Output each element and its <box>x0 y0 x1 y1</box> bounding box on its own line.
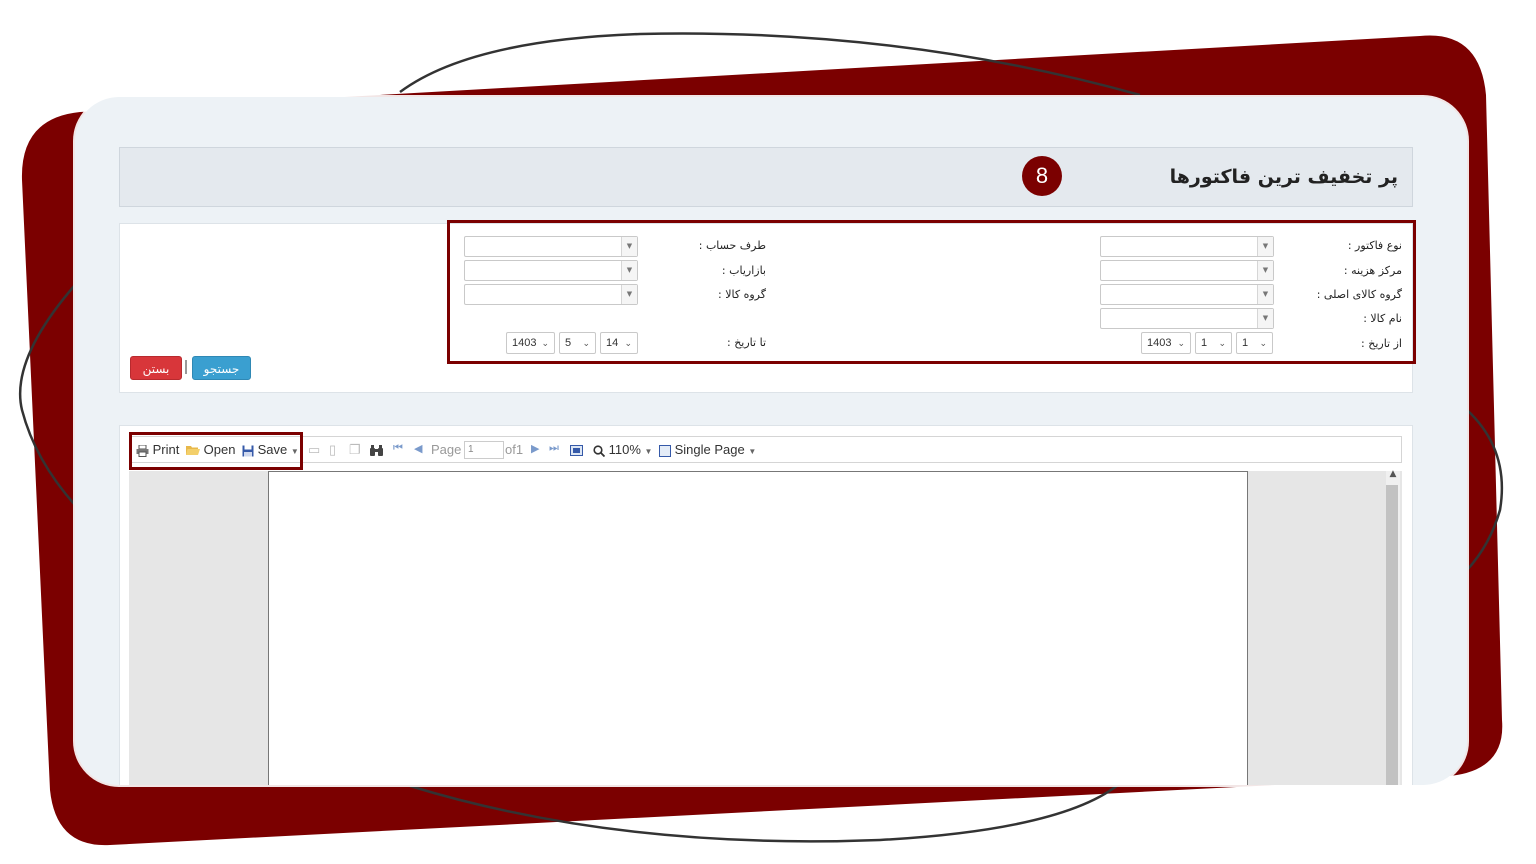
chevron-down-icon[interactable]: ▼ <box>1257 309 1273 328</box>
page-title: پر تخفیف ترین فاکتورها <box>1169 166 1398 188</box>
page-label: Page <box>431 442 462 457</box>
scrollbar-thumb[interactable] <box>1386 485 1398 785</box>
magnifier-icon <box>593 444 605 457</box>
main-goods-group-combo[interactable]: ▼ <box>1100 284 1274 305</box>
chevron-down-icon[interactable]: ▼ <box>621 285 637 304</box>
step-badge: 8 <box>1022 156 1062 196</box>
marketer-label: بازاریاب : <box>721 264 766 277</box>
document-icon[interactable]: ▭ <box>308 442 320 458</box>
to-date-month-select[interactable]: 5 ⌄ <box>559 332 596 354</box>
first-page-icon[interactable]: ⏮ <box>393 442 403 455</box>
app-window: پر تخفیف ترین فاکتورها 8 نوع فاکتور : ▼ … <box>75 97 1467 785</box>
page-count-label: of1 <box>505 442 524 457</box>
invoice-type-combo[interactable]: ▼ <box>1100 236 1274 257</box>
file-actions-highlight-frame <box>129 432 303 470</box>
title-bar: پر تخفیف ترین فاکتورها 8 <box>119 147 1413 207</box>
cost-center-label: مرکز هزینه : <box>1343 264 1402 277</box>
goods-name-combo[interactable]: ▼ <box>1100 308 1274 329</box>
scroll-up-icon[interactable]: ▲ <box>1387 469 1399 479</box>
zoom-label: 110% <box>608 442 641 457</box>
goods-name-label: نام کالا : <box>1363 312 1402 325</box>
previous-page-icon[interactable]: ◀ <box>414 442 422 455</box>
caret-down-icon: ▼ <box>748 447 757 456</box>
last-page-icon[interactable]: ⏭ <box>549 442 559 455</box>
clipboard-icon[interactable]: ▯ <box>329 442 336 458</box>
from-date-month-select[interactable]: 1 ⌄ <box>1195 332 1232 354</box>
report-viewer: Print Open Save ▼ ▭ ▯ ❐ ⏮ ◀ Page 1 of1 ▶… <box>119 425 1413 785</box>
marketer-combo[interactable]: ▼ <box>464 260 638 281</box>
close-button[interactable]: بستن <box>130 356 182 380</box>
page-number-input[interactable]: 1 <box>464 441 504 459</box>
zoom-dropdown[interactable]: 110% ▼ <box>593 442 652 457</box>
invoice-type-label: نوع فاکتور : <box>1347 239 1402 252</box>
chevron-down-icon[interactable]: ▼ <box>1257 285 1273 304</box>
chevron-down-icon[interactable]: ▼ <box>1257 261 1273 280</box>
search-button[interactable]: جستجو <box>192 356 251 380</box>
single-page-icon <box>659 444 671 457</box>
main-goods-group-label: گروه کالای اصلی : <box>1316 288 1402 301</box>
to-date-day-select[interactable]: 14 ⌄ <box>600 332 638 354</box>
report-canvas: ▲ <box>129 469 1402 785</box>
vertical-scrollbar[interactable] <box>1386 471 1400 785</box>
copy-icon[interactable]: ❐ <box>349 442 361 458</box>
to-date-year-select[interactable]: 1403 ⌄ <box>506 332 555 354</box>
view-mode-dropdown[interactable]: Single Page ▼ <box>659 442 756 457</box>
goods-group-label: گروه کالا : <box>718 288 766 301</box>
from-date-label: از تاریخ : <box>1361 337 1402 350</box>
goods-group-combo[interactable]: ▼ <box>464 284 638 305</box>
to-date-label: تا تاریخ : <box>727 336 766 349</box>
next-page-icon[interactable]: ▶ <box>531 442 539 455</box>
chevron-down-icon[interactable]: ▼ <box>621 237 637 256</box>
fullscreen-icon[interactable] <box>570 442 583 457</box>
chevron-down-icon[interactable]: ▼ <box>1257 237 1273 256</box>
account-party-combo[interactable]: ▼ <box>464 236 638 257</box>
filter-panel: نوع فاکتور : ▼ مرکز هزینه : ▼ گروه کالای… <box>119 220 1416 393</box>
chevron-down-icon[interactable]: ▼ <box>621 261 637 280</box>
button-divider <box>185 360 187 374</box>
viewer-toolbar: Print Open Save ▼ ▭ ▯ ❐ ⏮ ◀ Page 1 of1 ▶… <box>129 436 1402 463</box>
screenshot-stage: پر تخفیف ترین فاکتورها 8 نوع فاکتور : ▼ … <box>0 0 1536 864</box>
cost-center-combo[interactable]: ▼ <box>1100 260 1274 281</box>
caret-down-icon: ▼ <box>644 447 653 456</box>
report-page <box>268 471 1248 785</box>
view-mode-label: Single Page <box>674 442 745 457</box>
account-party-label: طرف حساب : <box>698 239 766 252</box>
from-date-day-select[interactable]: 1 ⌄ <box>1236 332 1273 354</box>
binoculars-find-icon[interactable] <box>370 442 383 457</box>
from-date-year-select[interactable]: 1403 ⌄ <box>1141 332 1191 354</box>
